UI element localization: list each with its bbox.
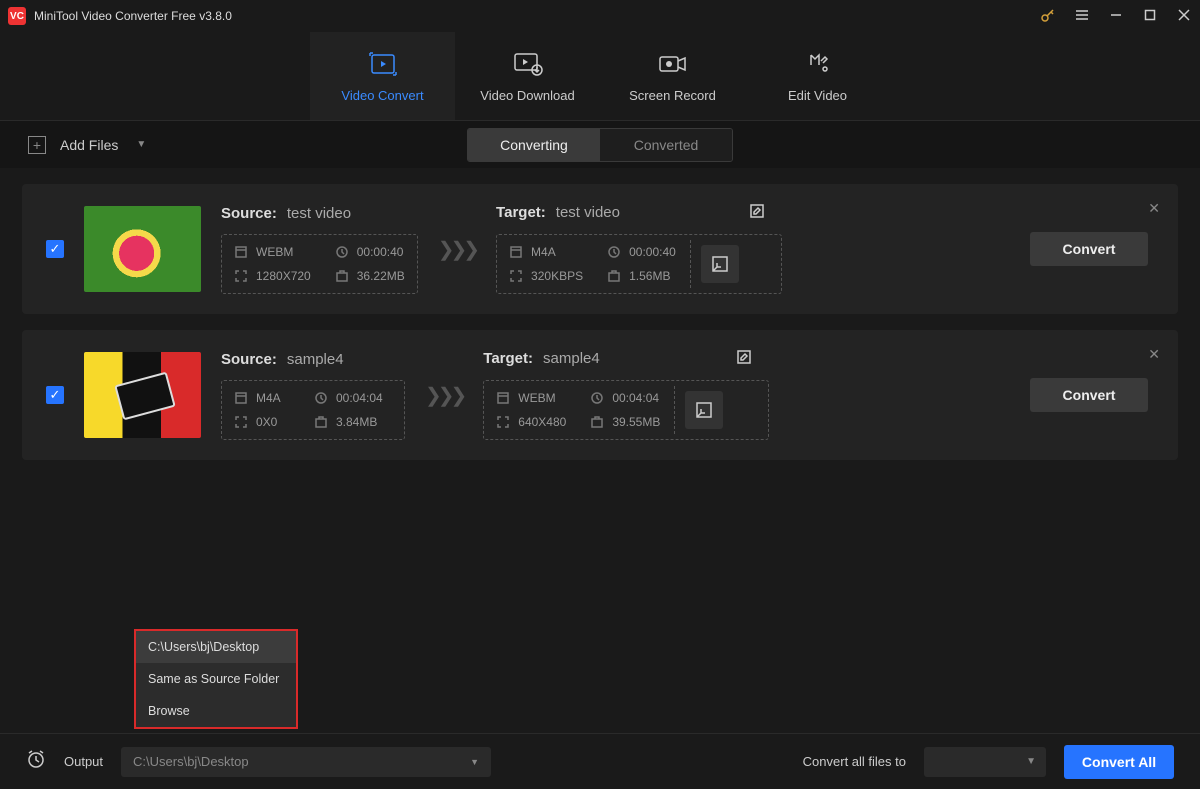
resolution-icon (234, 415, 248, 429)
task-card: ✕ ✓ Source: test video WEBM 00:00:40 1280… (22, 184, 1178, 314)
clock-icon (607, 245, 621, 259)
menu-icon[interactable] (1074, 7, 1090, 26)
chevron-down-icon: ▼ (1026, 756, 1036, 767)
convert-all-to-label: Convert all files to (803, 754, 906, 769)
resolution-icon (509, 269, 523, 283)
format-dropdown[interactable]: ▼ (924, 747, 1046, 777)
edit-icon (805, 50, 831, 78)
maximize-button[interactable] (1142, 9, 1158, 24)
task-checkbox[interactable]: ✓ (46, 240, 64, 258)
source-label: Source: (221, 351, 277, 368)
size-icon (590, 415, 604, 429)
settings-button[interactable] (685, 391, 723, 429)
clock-icon (590, 391, 604, 405)
titlebar: VC MiniTool Video Converter Free v3.8.0 (0, 0, 1200, 32)
key-icon[interactable] (1040, 7, 1056, 26)
add-files-button[interactable]: + Add Files ▼ (28, 136, 146, 154)
menu-item-browse[interactable]: Browse (136, 695, 296, 727)
task-checkbox[interactable]: ✓ (46, 386, 64, 404)
tab-edit-video[interactable]: Edit Video (745, 32, 890, 120)
tab-video-convert[interactable]: Video Convert (310, 32, 455, 120)
convert-all-button[interactable]: Convert All (1064, 745, 1174, 779)
tab-label: Video Download (480, 88, 574, 103)
target-label: Target: (483, 350, 533, 368)
tab-label: Screen Record (629, 88, 716, 103)
convert-button[interactable]: Convert (1030, 232, 1148, 266)
target-spec: WEBM 00:04:04 640X480 39.55MB (484, 381, 674, 439)
plus-icon: + (28, 136, 46, 154)
format-icon (509, 245, 523, 259)
output-path-value: C:\Users\bj\Desktop (133, 754, 249, 769)
minimize-button[interactable] (1108, 9, 1124, 24)
output-path-dropdown[interactable]: C:\Users\bj\Desktop ▼ (121, 747, 491, 777)
record-icon (658, 50, 688, 78)
subtab-converted[interactable]: Converted (600, 129, 732, 161)
tab-screen-record[interactable]: Screen Record (600, 32, 745, 120)
target-label: Target: (496, 204, 546, 222)
size-icon (335, 269, 349, 283)
thumbnail (84, 206, 201, 292)
subtab-converting[interactable]: Converting (468, 129, 600, 161)
chevron-down-icon: ▼ (136, 139, 146, 150)
task-list: ✕ ✓ Source: test video WEBM 00:00:40 1280… (0, 168, 1200, 476)
clock-icon (314, 391, 328, 405)
convert-button[interactable]: Convert (1030, 378, 1148, 412)
source-spec: WEBM 00:00:40 1280X720 36.22MB (221, 234, 418, 294)
tab-video-download[interactable]: Video Download (455, 32, 600, 120)
chevron-down-icon: ▼ (470, 757, 479, 767)
close-button[interactable] (1176, 9, 1192, 24)
resolution-icon (496, 415, 510, 429)
source-name: sample4 (287, 351, 344, 368)
target-name: test video (556, 204, 620, 222)
format-icon (234, 391, 248, 405)
convert-icon (368, 50, 398, 78)
arrow-icon: ❯❯❯ (425, 383, 463, 408)
source-name: test video (287, 205, 351, 222)
bottom-bar: Output C:\Users\bj\Desktop ▼ Convert all… (0, 733, 1200, 789)
app-title: MiniTool Video Converter Free v3.8.0 (34, 9, 1040, 23)
thumbnail (84, 352, 201, 438)
clock-icon (335, 245, 349, 259)
tab-label: Edit Video (788, 88, 847, 103)
size-icon (607, 269, 621, 283)
format-icon (234, 245, 248, 259)
source-spec: M4A 00:04:04 0X0 3.84MB (221, 380, 405, 440)
format-icon (496, 391, 510, 405)
target-name: sample4 (543, 350, 600, 368)
remove-task-button[interactable]: ✕ (1148, 346, 1160, 363)
download-icon (513, 50, 543, 78)
size-icon (314, 415, 328, 429)
output-path-menu: C:\Users\bj\Desktop Same as Source Folde… (134, 629, 298, 729)
target-spec: M4A 00:00:40 320KBPS 1.56MB (497, 235, 690, 293)
tab-label: Video Convert (341, 88, 423, 103)
arrow-icon: ❯❯❯ (438, 237, 476, 262)
settings-button[interactable] (701, 245, 739, 283)
alarm-icon[interactable] (26, 749, 46, 774)
remove-task-button[interactable]: ✕ (1148, 200, 1160, 217)
output-label: Output (64, 754, 103, 769)
main-nav: Video Convert Video Download Screen Reco… (0, 32, 1200, 120)
edit-target-button[interactable] (750, 204, 764, 222)
menu-item-same-as-source[interactable]: Same as Source Folder (136, 663, 296, 695)
task-card: ✕ ✓ Source: sample4 M4A 00:04:04 0X0 3.84… (22, 330, 1178, 460)
toolbar: + Add Files ▼ Converting Converted (0, 120, 1200, 168)
resolution-icon (234, 269, 248, 283)
source-label: Source: (221, 205, 277, 222)
subtabs: Converting Converted (467, 128, 733, 162)
menu-item-path[interactable]: C:\Users\bj\Desktop (136, 631, 296, 663)
app-logo: VC (8, 7, 26, 25)
edit-target-button[interactable] (737, 350, 751, 368)
add-files-label: Add Files (60, 137, 118, 153)
